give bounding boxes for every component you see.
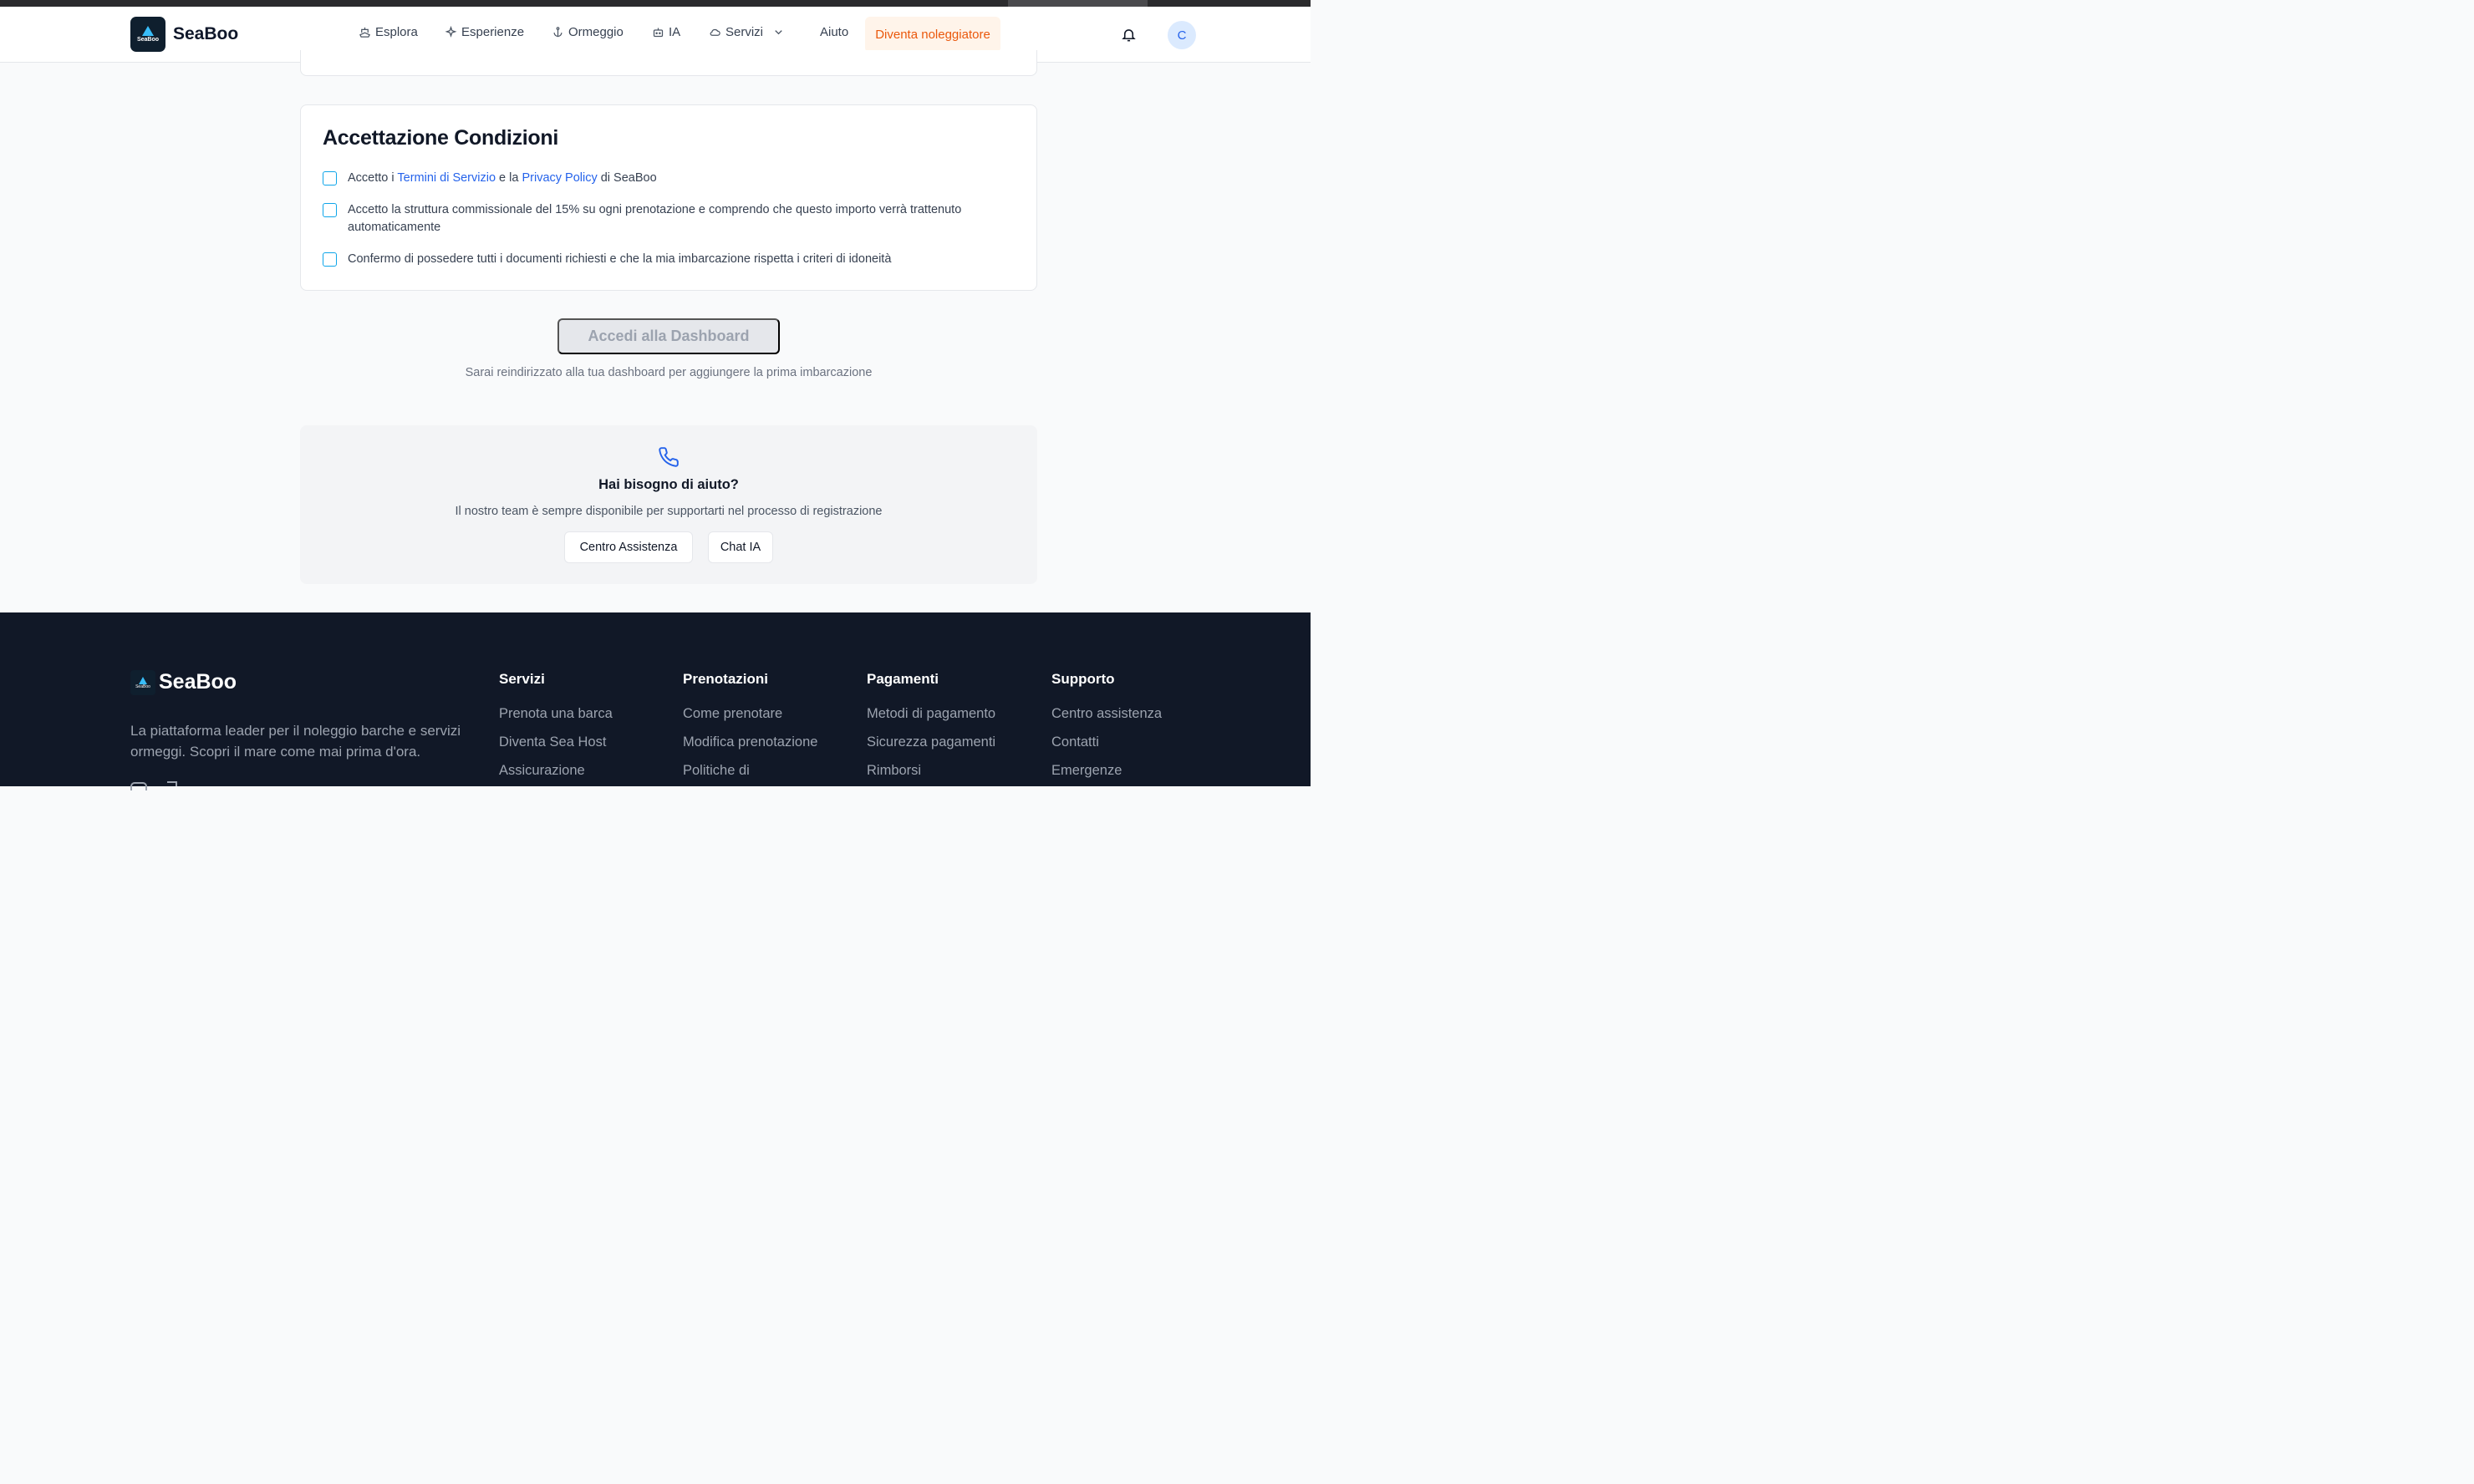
nav-esperienze[interactable]: Esperienze [445,25,524,39]
social-icon[interactable] [167,781,177,786]
footer-link[interactable]: Emergenze [1051,763,1162,791]
commission-check-row: Accetto la struttura commissionale del 1… [323,201,1016,236]
terms-acceptance-card: Accettazione Condizioni Accetto i Termin… [300,104,1037,291]
robot-icon [653,28,664,38]
brand-name[interactable]: SeaBoo [173,24,238,44]
footer-link[interactable]: Sicurezza pagamenti [867,734,995,763]
help-title: Hai bisogno di aiuto? [598,477,739,492]
user-avatar[interactable]: C [1168,21,1196,49]
nav-aiuto[interactable]: Aiuto [820,25,848,39]
terms-middle: e la [496,171,522,185]
footer-col-title: Servizi [499,671,545,687]
accept-commission-checkbox[interactable] [323,203,337,217]
accept-terms-checkbox[interactable] [323,171,337,186]
instagram-icon[interactable] [130,782,147,790]
footer-link[interactable]: Rimborsi [867,763,995,791]
browser-tab-strip [0,0,1311,7]
terms-title: Accettazione Condizioni [323,126,559,150]
terms-check-row: Accetto i Termini di Servizio e la Priva… [323,170,1016,187]
cloud-icon [710,28,720,36]
sailboat-icon [142,26,154,36]
help-section: Hai bisogno di aiuto? Il nostro team è s… [300,425,1037,584]
brand-logo[interactable]: SeaBoo [130,17,165,52]
previous-section-card [300,50,1037,76]
footer-link[interactable]: Come prenotare [683,706,817,734]
bell-icon[interactable] [1121,27,1137,43]
footer-link[interactable]: Centro assistenza [1051,706,1162,734]
footer-col-supporto: Supporto Centro assistenza Contatti Emer… [1051,671,1162,791]
footer-col-pagamenti: Pagamenti Metodi di pagamento Sicurezza … [867,671,995,791]
documents-check-row: Confermo di possedere tutti i documenti … [323,251,1016,268]
chevron-down-icon [775,30,782,35]
nav-esperienze-label: Esperienze [461,25,525,39]
terms-of-service-link[interactable]: Termini di Servizio [397,171,496,185]
footer-link[interactable]: Contatti [1051,734,1162,763]
footer-col-title: Supporto [1051,671,1115,687]
nav-ia[interactable]: IA [652,25,680,39]
nav-servizi[interactable]: Servizi [709,25,785,39]
anchor-icon [553,27,563,38]
help-center-button[interactable]: Centro Assistenza [564,531,693,563]
become-renter-button[interactable]: Diventa noleggiatore [865,17,1000,53]
terms-suffix: di SeaBoo [597,171,657,185]
confirm-documents-checkbox[interactable] [323,252,337,267]
phone-icon [659,447,679,467]
chat-ia-button[interactable]: Chat IA [708,531,773,563]
footer-sailboat-icon [139,676,147,684]
access-dashboard-button[interactable]: Accedi alla Dashboard [557,318,780,354]
nav-ia-label: IA [669,25,681,39]
footer-link[interactable]: Prenota una barca [499,706,613,734]
sparkles-icon [445,26,457,38]
nav-servizi-label: Servizi [725,25,764,39]
footer-col-title: Prenotazioni [683,671,769,687]
site-footer: SeaBoo SeaBoo La piattaforma leader per … [0,612,1311,790]
footer-link[interactable]: Politiche di [683,763,817,791]
nav-ormeggio[interactable]: Ormeggio [552,25,624,39]
footer-brand-name: SeaBoo [159,670,237,694]
footer-link[interactable]: Diventa Sea Host [499,734,613,763]
nav-ormeggio-label: Ormeggio [568,25,624,39]
nav-esplora-label: Esplora [375,25,418,39]
nav-esplora[interactable]: Esplora [359,25,418,39]
confirm-documents-text: Confermo di possedere tutti i documenti … [348,252,892,266]
footer-logo-wordmark: SeaBoo [135,684,150,689]
footer-description: La piattaforma leader per il noleggio ba… [130,723,461,760]
redirect-note: Sarai reindirizzato alla tua dashboard p… [465,366,873,379]
footer-link[interactable]: Assicurazione [499,763,613,791]
logo-wordmark: SeaBoo [136,37,160,43]
nav-aiuto-label: Aiuto [820,25,849,39]
footer-link[interactable]: Metodi di pagamento [867,706,995,734]
accept-terms-text: Accetto i Termini di Servizio e la Priva… [348,170,657,187]
footer-col-title: Pagamenti [867,671,939,687]
footer-logo[interactable]: SeaBoo [130,670,155,695]
footer-col-prenotazioni: Prenotazioni Come prenotare Modifica pre… [683,671,817,791]
active-browser-tab[interactable] [1008,0,1148,7]
privacy-policy-link[interactable]: Privacy Policy [522,171,597,185]
footer-link[interactable]: Modifica prenotazione [683,734,817,763]
help-subtitle: Il nostro team è sempre disponibile per … [455,505,883,518]
accept-commission-text: Accetto la struttura commissionale del 1… [348,203,962,234]
terms-prefix: Accetto i [348,171,398,185]
ship-icon [359,27,370,38]
footer-col-servizi: Servizi Prenota una barca Diventa Sea Ho… [499,671,613,791]
